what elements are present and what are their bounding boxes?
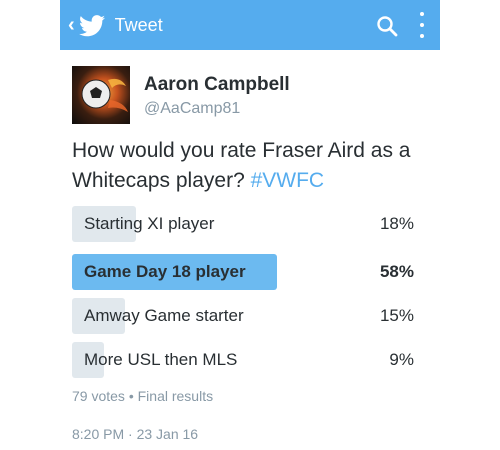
avatar[interactable]: [72, 66, 130, 124]
poll-meta: 79 votes • Final results: [72, 388, 213, 404]
appbar-title: Tweet: [114, 14, 163, 35]
tweet-timestamp[interactable]: 8:20 PM · 23 Jan 16: [72, 426, 198, 442]
poll-option: Game Day 18 player 58%: [72, 254, 422, 290]
poll-option-percent: 9%: [389, 350, 414, 369]
twitter-bird-icon: [78, 15, 105, 37]
tweet-text: How would you rate Fraser Aird as a Whit…: [72, 136, 442, 196]
hashtag-link[interactable]: #VWFC: [251, 169, 325, 192]
poll-option-label: Game Day 18 player: [84, 262, 246, 281]
poll-option: Amway Game starter 15%: [72, 298, 422, 334]
tweet-body: How would you rate Fraser Aird as a Whit…: [72, 139, 411, 192]
search-icon[interactable]: [376, 15, 398, 37]
poll-status: Final results: [137, 388, 214, 404]
poll-option-percent: 58%: [379, 262, 414, 281]
poll-option: Starting XI player 18%: [72, 206, 422, 242]
author-handle[interactable]: @AaCamp81: [144, 100, 240, 118]
poll-votes: 79 votes: [72, 388, 125, 404]
author-name[interactable]: Aaron Campbell: [144, 74, 290, 96]
poll-separator: •: [128, 388, 134, 404]
back-button[interactable]: ‹: [68, 15, 75, 35]
poll-option-label: Amway Game starter: [84, 306, 244, 325]
more-vertical-icon[interactable]: [416, 12, 428, 38]
soccer-ball-icon: [81, 78, 128, 112]
poll-option: More USL then MLS 9%: [72, 342, 422, 378]
poll-option-label: More USL then MLS: [84, 350, 238, 369]
poll-option-label: Starting XI player: [84, 214, 215, 233]
app-bar: ‹ Tweet: [60, 0, 440, 50]
poll-option-percent: 15%: [379, 306, 414, 325]
poll-option-percent: 18%: [379, 214, 414, 233]
